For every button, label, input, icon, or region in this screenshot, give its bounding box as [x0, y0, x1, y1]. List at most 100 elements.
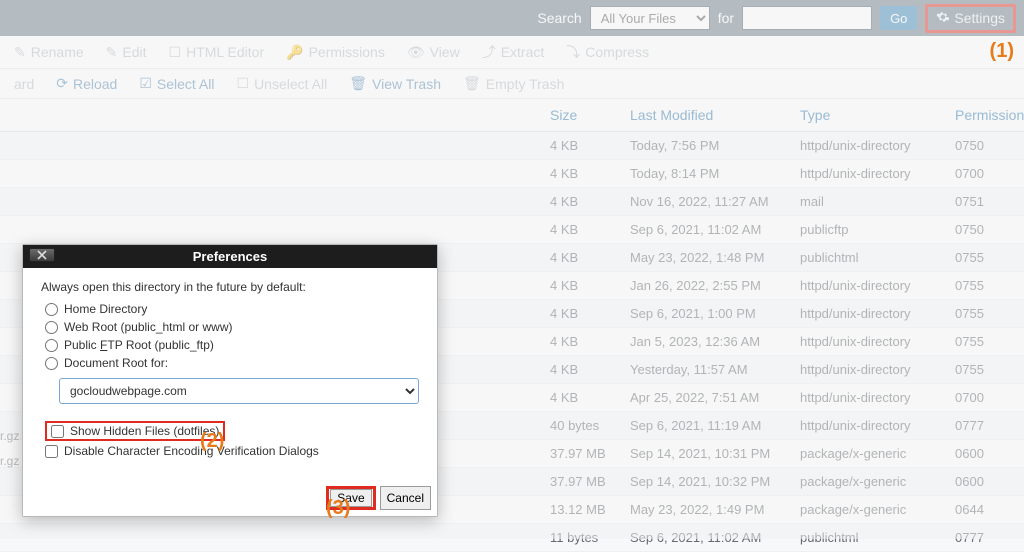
partial-ard: ard: [14, 76, 34, 92]
radio-document-root[interactable]: Document Root for:: [45, 356, 419, 370]
cell-size: 40 bytes: [540, 412, 620, 440]
rename-button[interactable]: ✎ Rename: [14, 44, 84, 61]
settings-label: Settings: [954, 10, 1005, 26]
show-hidden-label: Show Hidden Files (dotfiles): [70, 424, 219, 438]
radio-input[interactable]: [45, 357, 58, 370]
cell-modified: Jan 26, 2022, 2:55 PM: [620, 272, 790, 300]
preferences-modal: Preferences Always open this directory i…: [22, 244, 438, 517]
cell-permissions: 0755: [945, 300, 1024, 328]
trash-icon: 🗑: [349, 75, 367, 92]
cell-modified: May 23, 2022, 1:49 PM: [620, 496, 790, 524]
cell-size: 37.97 MB: [540, 440, 620, 468]
modal-prompt: Always open this directory in the future…: [41, 280, 419, 294]
cell-permissions: 0750: [945, 216, 1024, 244]
cell-type: httpd/unix-directory: [790, 160, 945, 188]
cell-modified: Yesterday, 11:57 AM: [620, 356, 790, 384]
html-icon: ☐: [169, 44, 182, 61]
table-row[interactable]: 4 KBSep 6, 2021, 11:02 AMpublicftp0750: [0, 216, 1024, 244]
cell-size: 13.12 MB: [540, 496, 620, 524]
cell-modified: Today, 8:14 PM: [620, 160, 790, 188]
go-button[interactable]: Go: [880, 6, 917, 30]
select-all-button[interactable]: ☑ Select All: [139, 75, 214, 92]
reload-button[interactable]: ⟳ Reload: [56, 75, 117, 92]
left-cutoff: r.gz r.gz: [0, 108, 22, 474]
cell-permissions: 0750: [945, 132, 1024, 160]
cell-modified: Sep 6, 2021, 11:19 AM: [620, 412, 790, 440]
show-hidden-row[interactable]: Show Hidden Files (dotfiles): [45, 421, 419, 441]
cell-modified: Sep 6, 2021, 11:02 AM: [620, 524, 790, 552]
filename-fragment: r.gz: [0, 449, 22, 474]
trash-icon: 🗑: [463, 75, 481, 92]
key-icon: 🔑: [286, 44, 303, 61]
col-modified[interactable]: Last Modified: [620, 99, 790, 132]
compress-icon: ⤵: [566, 42, 580, 62]
gear-icon: [936, 10, 950, 27]
cell-size: 4 KB: [540, 188, 620, 216]
cell-permissions: 0600: [945, 468, 1024, 496]
table-row[interactable]: 4 KBToday, 8:14 PMhttpd/unix-directory07…: [0, 160, 1024, 188]
edit-button[interactable]: ✎ Edit: [106, 44, 147, 61]
table-header-row: Size Last Modified Type Permissions: [0, 99, 1024, 132]
cell-permissions: 0600: [945, 440, 1024, 468]
annotation-2: (2): [200, 430, 224, 453]
extract-button[interactable]: ⤴ Extract: [482, 42, 545, 62]
cell-size: 4 KB: [540, 384, 620, 412]
domain-select[interactable]: gocloudwebpage.com: [59, 378, 419, 404]
cell-size: 4 KB: [540, 160, 620, 188]
cell-modified: Sep 6, 2021, 11:02 AM: [620, 216, 790, 244]
html-editor-button[interactable]: ☐ HTML Editor: [169, 44, 265, 61]
cell-permissions: 0755: [945, 244, 1024, 272]
modal-titlebar: Preferences: [23, 245, 437, 268]
cell-type: publicftp: [790, 216, 945, 244]
close-button[interactable]: [29, 248, 55, 262]
unselect-all-button[interactable]: ☐ Unselect All: [237, 75, 328, 92]
cell-modified: Sep 6, 2021, 1:00 PM: [620, 300, 790, 328]
compress-button[interactable]: ⤵ Compress: [566, 42, 649, 62]
table-row[interactable]: 11 bytesSep 6, 2021, 11:02 AMpublichtml0…: [0, 524, 1024, 552]
radio-home-directory[interactable]: Home Directory: [45, 302, 419, 316]
radio-web-root[interactable]: Web Root (public_html or www): [45, 320, 419, 334]
col-permissions[interactable]: Permissions: [945, 99, 1024, 132]
permissions-button[interactable]: 🔑 Permissions: [286, 44, 385, 61]
cell-type: package/x-generic: [790, 440, 945, 468]
col-type[interactable]: Type: [790, 99, 945, 132]
cell-permissions: 0751: [945, 188, 1024, 216]
radio-input[interactable]: [45, 321, 58, 334]
toolbar-secondary: ard ⟳ Reload ☑ Select All ☐ Unselect All…: [0, 69, 1024, 99]
reload-icon: ⟳: [56, 75, 68, 92]
view-button[interactable]: 👁 View: [407, 44, 460, 61]
modal-footer: Save Cancel: [23, 482, 437, 516]
cell-modified: Apr 25, 2022, 7:51 AM: [620, 384, 790, 412]
radio-ftp-root[interactable]: Public FTP Root (public_ftp): [45, 338, 419, 352]
for-label: for: [718, 10, 734, 26]
cell-type: package/x-generic: [790, 496, 945, 524]
cell-modified: Sep 14, 2021, 10:31 PM: [620, 440, 790, 468]
show-hidden-checkbox[interactable]: [51, 425, 64, 438]
cell-modified: Nov 16, 2022, 11:27 AM: [620, 188, 790, 216]
col-size[interactable]: Size: [540, 99, 620, 132]
cell-permissions: 0777: [945, 524, 1024, 552]
cell-type: httpd/unix-directory: [790, 356, 945, 384]
cell-permissions: 0777: [945, 412, 1024, 440]
cell-size: 4 KB: [540, 300, 620, 328]
disable-encoding-checkbox[interactable]: [45, 445, 58, 458]
view-trash-button[interactable]: 🗑 View Trash: [349, 75, 441, 92]
radio-input[interactable]: [45, 303, 58, 316]
cell-type: httpd/unix-directory: [790, 132, 945, 160]
settings-button[interactable]: Settings: [930, 8, 1011, 29]
empty-trash-button[interactable]: 🗑 Empty Trash: [463, 75, 564, 92]
table-row[interactable]: 4 KBToday, 7:56 PMhttpd/unix-directory07…: [0, 132, 1024, 160]
cell-size: 4 KB: [540, 356, 620, 384]
radio-input[interactable]: [45, 339, 58, 352]
uncheck-icon: ☐: [237, 75, 250, 92]
cell-permissions: 0700: [945, 384, 1024, 412]
disable-encoding-row[interactable]: Disable Character Encoding Verification …: [45, 444, 419, 458]
cell-size: 37.97 MB: [540, 468, 620, 496]
search-scope-select[interactable]: All Your Files: [590, 6, 710, 30]
extract-icon: ⤴: [482, 42, 496, 62]
toolbar-primary: ✎ Rename ✎ Edit ☐ HTML Editor 🔑 Permissi…: [0, 36, 1024, 69]
table-row[interactable]: 4 KBNov 16, 2022, 11:27 AMmail0751: [0, 188, 1024, 216]
cancel-button[interactable]: Cancel: [380, 486, 431, 510]
search-input[interactable]: [742, 6, 872, 30]
check-icon: ☑: [139, 75, 152, 92]
